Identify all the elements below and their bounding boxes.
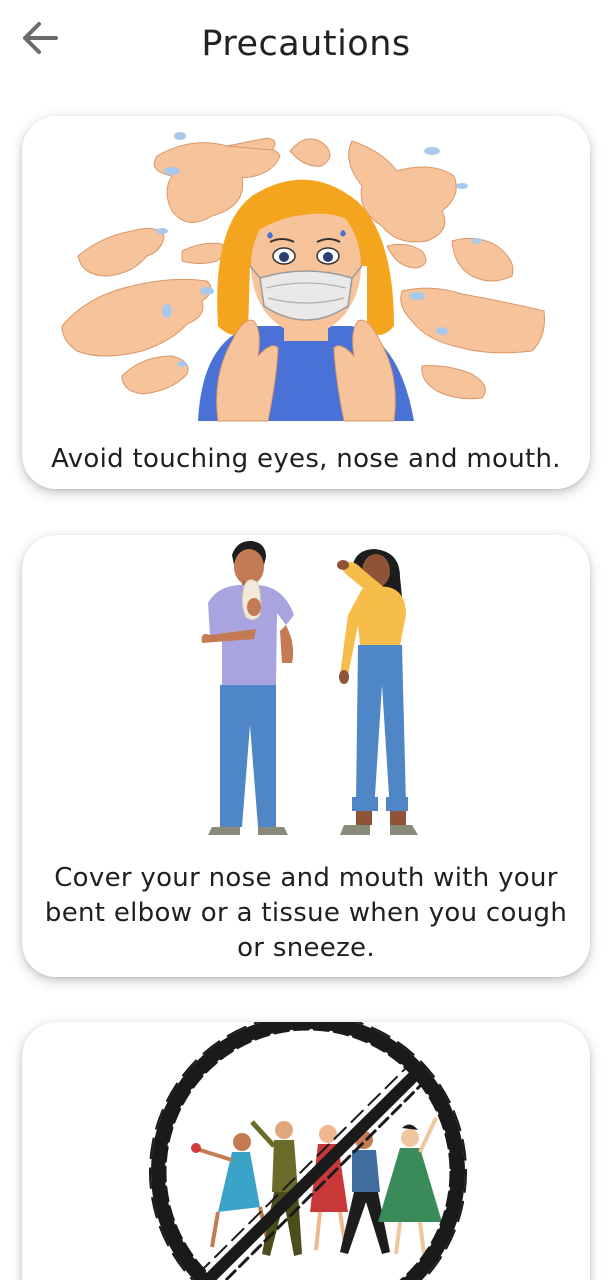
precaution-card-cover-cough: Cover your nose and mouth with your bent… xyxy=(22,535,590,977)
man-and-woman-coughing-illustration xyxy=(201,540,418,835)
precaution-card-avoid-touching: Avoid touching eyes, nose and mouth. xyxy=(22,116,590,489)
app-bar: Precautions xyxy=(0,0,612,96)
woman-masked-surrounded-by-hands-illustration xyxy=(61,132,545,422)
card-caption: Cover your nose and mouth with your bent… xyxy=(44,863,568,963)
precautions-screen: Precautions Avoid touching eyes, nose an… xyxy=(0,0,612,1280)
precaution-card-avoid-crowds xyxy=(22,1022,590,1280)
page-title: Precautions xyxy=(201,24,411,64)
card-caption: Avoid touching eyes, nose and mouth. xyxy=(51,444,561,474)
crowd-dancing-prohibited-illustration xyxy=(149,1022,467,1280)
